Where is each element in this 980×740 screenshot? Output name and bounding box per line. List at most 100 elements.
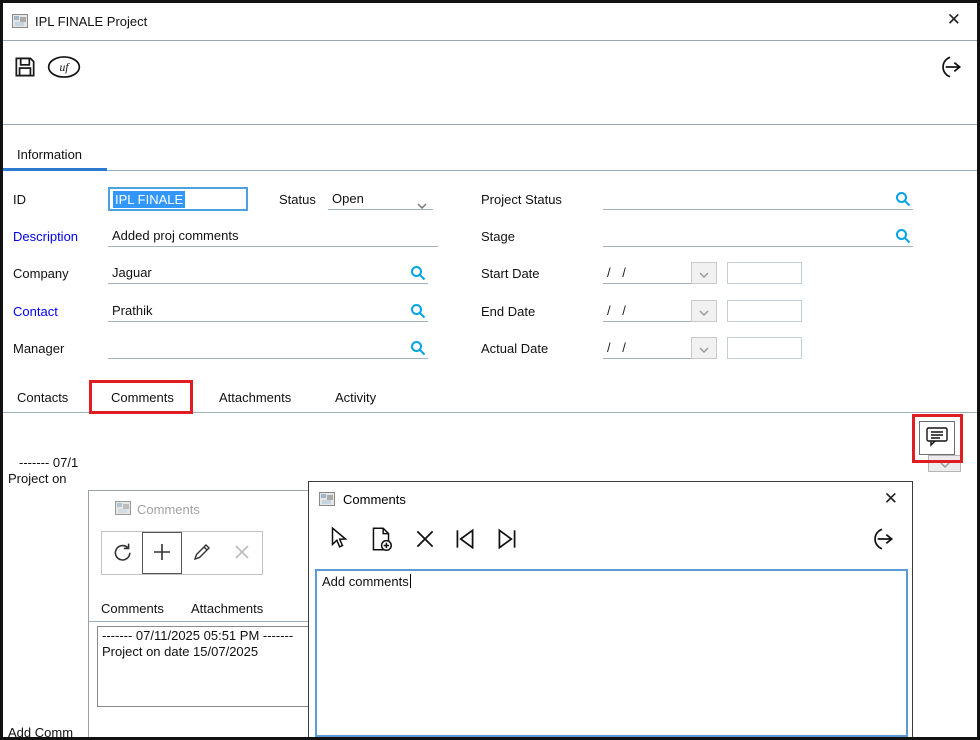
exit-icon (868, 526, 896, 555)
description-value: Added proj comments (112, 228, 238, 243)
nav-last-icon (494, 527, 520, 554)
comment-textarea[interactable]: Add comments (315, 569, 908, 737)
contact-value: Prathik (112, 303, 152, 318)
tab-contacts[interactable]: Contacts (17, 390, 68, 405)
app-icon (115, 501, 131, 518)
tab-attachments[interactable]: Attachments (191, 601, 263, 616)
actual-time-field[interactable] (727, 337, 802, 359)
pointer-button[interactable] (323, 524, 355, 556)
company-field[interactable]: Jaguar (108, 262, 428, 284)
save-icon (12, 54, 38, 83)
refresh-icon (111, 541, 133, 566)
end-date-dropdown-button[interactable] (691, 300, 717, 322)
add-comment-button[interactable] (142, 532, 182, 574)
contact-label[interactable]: Contact (13, 304, 58, 319)
project-status-field[interactable] (603, 188, 913, 210)
plus-icon (151, 541, 173, 566)
window-titlebar: IPL FINALE Project ✕ (3, 3, 977, 41)
start-date-value: / / (607, 265, 630, 280)
tab-information[interactable]: Information (3, 140, 107, 171)
delete-comment-button-disabled[interactable] (222, 532, 262, 574)
x-cross-icon (232, 542, 252, 565)
start-time-field[interactable] (727, 262, 802, 284)
tab-attachments[interactable]: Attachments (219, 390, 291, 405)
tab-activity[interactable]: Activity (335, 390, 376, 405)
comments-toolbar (101, 531, 263, 575)
project-status-label: Project Status (481, 192, 562, 207)
actual-date-value: / / (607, 340, 630, 355)
chevron-down-icon (699, 304, 709, 319)
start-date-field[interactable]: / / (603, 262, 691, 284)
save-button[interactable] (11, 54, 39, 82)
search-icon[interactable] (410, 303, 426, 322)
dialog-title: Comments (343, 492, 406, 507)
status-combobox[interactable]: Open (328, 188, 433, 210)
chevron-down-icon (699, 341, 709, 356)
company-value: Jaguar (112, 265, 152, 280)
project-window: IPL FINALE Project ✕ uf Information ID I… (0, 0, 980, 740)
text-caret (410, 574, 411, 588)
end-date-label: End Date (481, 304, 535, 319)
chevron-down-icon[interactable] (417, 197, 427, 212)
chevron-down-icon (699, 266, 709, 281)
svg-text:uf: uf (59, 61, 70, 74)
close-icon[interactable]: ✕ (947, 11, 961, 28)
document-plus-icon (367, 525, 395, 556)
comments-dialog-front: Comments ✕ (308, 481, 913, 740)
uf-icon: uf (46, 54, 82, 83)
manager-label: Manager (13, 341, 64, 356)
delete-comment-button[interactable] (409, 524, 441, 556)
search-icon[interactable] (895, 228, 911, 247)
exit-button[interactable] (935, 54, 965, 82)
dialog-title: Comments (137, 502, 200, 517)
manager-field[interactable] (108, 337, 428, 359)
company-label: Company (13, 266, 69, 281)
start-date-dropdown-button[interactable] (691, 262, 717, 284)
exit-icon (936, 54, 964, 83)
start-date-label: Start Date (481, 266, 540, 281)
search-icon[interactable] (895, 191, 911, 210)
status-value: Open (332, 191, 364, 206)
edit-comment-button[interactable] (182, 532, 222, 574)
exit-button[interactable] (866, 524, 898, 556)
new-comment-button[interactable] (365, 524, 397, 556)
tab-row-divider (3, 170, 980, 171)
stage-label: Stage (481, 229, 515, 244)
tab-information-label: Information (17, 147, 82, 162)
search-icon[interactable] (410, 340, 426, 359)
actual-date-dropdown-button[interactable] (691, 337, 717, 359)
arrow-cursor-icon (326, 526, 352, 555)
contact-field[interactable]: Prathik (108, 300, 428, 322)
app-icon (319, 492, 335, 509)
clipped-comment-text: Project on (8, 471, 67, 486)
actual-date-field[interactable]: / / (603, 337, 691, 359)
nav-first-icon (452, 527, 478, 554)
stage-field[interactable] (603, 225, 913, 247)
window-title: IPL FINALE Project (35, 14, 147, 29)
description-label[interactable]: Description (13, 229, 78, 244)
actual-date-label: Actual Date (481, 341, 548, 356)
status-label: Status (279, 192, 316, 207)
search-icon[interactable] (410, 265, 426, 284)
main-toolbar: uf (3, 42, 977, 125)
close-icon[interactable]: ✕ (884, 490, 898, 507)
id-value-selected: IPL FINALE (113, 191, 185, 208)
clipped-comment-header: ------- 07/1 (19, 455, 78, 470)
tab-comments[interactable]: Comments (101, 601, 164, 616)
add-comment-bottom-label: Add Comm (8, 725, 73, 740)
end-date-value: / / (607, 303, 630, 318)
id-label: ID (13, 192, 26, 207)
pencil-icon (191, 541, 213, 566)
red-highlight-comment-button (912, 414, 963, 463)
refresh-button[interactable] (102, 532, 142, 574)
last-record-button[interactable] (491, 524, 523, 556)
uf-button[interactable]: uf (45, 55, 83, 81)
end-time-field[interactable] (727, 300, 802, 322)
comment-text: Add comments (322, 574, 409, 589)
id-field[interactable]: IPL FINALE (108, 187, 248, 211)
red-highlight-comments-tab (89, 380, 193, 414)
first-record-button[interactable] (449, 524, 481, 556)
description-field[interactable]: Added proj comments (108, 225, 438, 247)
end-date-field[interactable]: / / (603, 300, 691, 322)
x-cross-icon (413, 527, 437, 554)
